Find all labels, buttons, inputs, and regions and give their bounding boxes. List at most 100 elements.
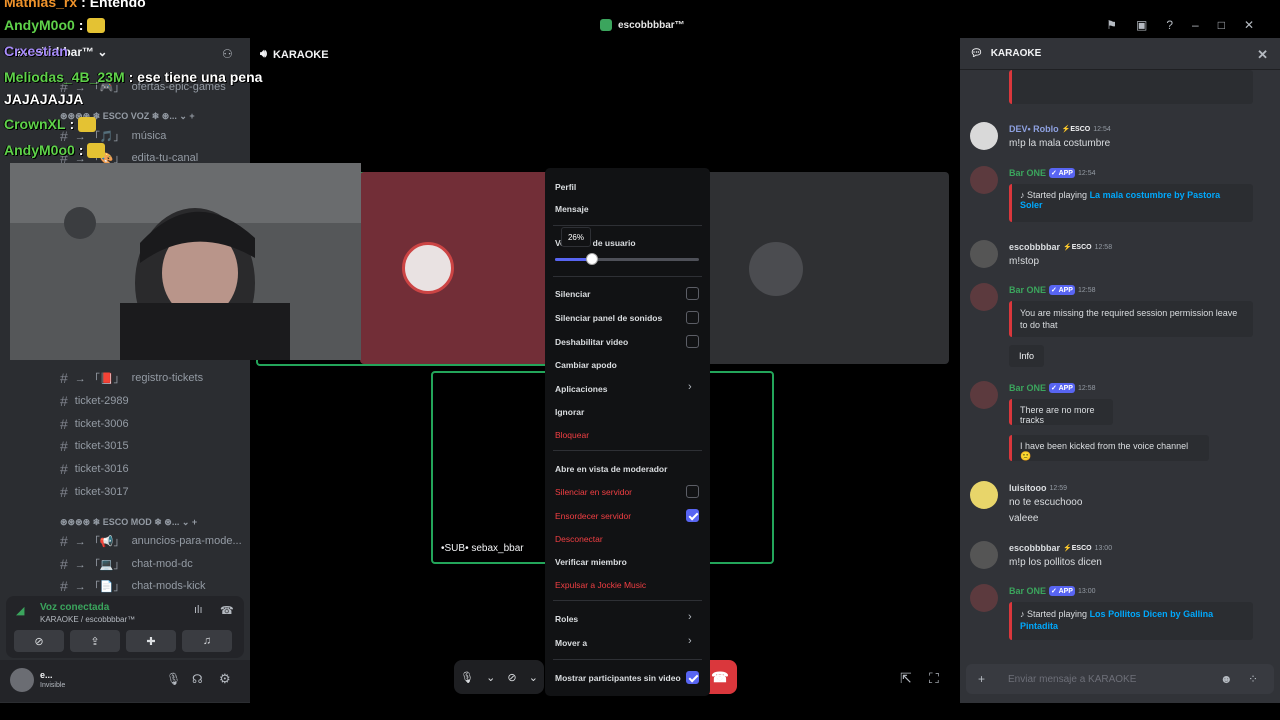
menu-divider	[553, 276, 702, 277]
chat-user: CrownXL	[4, 116, 66, 132]
message-author[interactable]: escobbbbar	[1009, 242, 1060, 252]
menu-cambiar-apodo[interactable]: Cambiar apodo	[555, 360, 617, 370]
plus-icon[interactable]: +	[978, 672, 985, 686]
microphone-icon[interactable]: 🎙︎	[166, 672, 181, 686]
channel-ticket[interactable]: # ticket-2989	[60, 392, 129, 410]
camera-off-icon[interactable]: ⊘	[507, 671, 516, 684]
silenciar-panel-checkbox[interactable]	[686, 311, 699, 324]
menu-mensaje[interactable]: Mensaje	[555, 204, 589, 214]
embed-partial	[1009, 70, 1253, 104]
noise-suppression-icon[interactable]: ılı	[194, 604, 203, 616]
avatar[interactable]	[970, 240, 998, 268]
screen-share-button[interactable]: ⇪	[70, 630, 120, 652]
message-text: m!stop	[1009, 256, 1040, 267]
popout-icon[interactable]: ⇱	[900, 670, 912, 687]
voice-status[interactable]: Voz conectada	[40, 602, 109, 613]
silenciar-checkbox[interactable]	[686, 287, 699, 300]
hash-icon: #	[60, 578, 68, 594]
menu-mostrar[interactable]: Mostrar participantes sin video	[555, 673, 681, 683]
headphones-icon[interactable]: ☊	[192, 672, 203, 686]
channel-chat-mods-kick[interactable]: # → 「📄」 chat-mods-kick	[60, 577, 206, 595]
message-text: valeee	[1009, 513, 1039, 524]
avatar[interactable]	[970, 166, 998, 194]
message-author[interactable]: Bar ONE	[1009, 383, 1046, 393]
camera-off-button[interactable]: ⊘	[14, 630, 64, 652]
menu-roles[interactable]: Roles	[555, 614, 578, 624]
close-window-icon[interactable]: ✕	[1244, 18, 1254, 32]
settings-gear-icon[interactable]: ⚙	[219, 671, 231, 687]
message-author[interactable]: Bar ONE	[1009, 586, 1046, 596]
soundboard-button[interactable]: ♫	[182, 630, 232, 652]
menu-divider	[553, 450, 702, 451]
channel-ticket[interactable]: # ticket-3006	[60, 415, 129, 433]
fullscreen-icon[interactable]: ⛶	[929, 670, 939, 687]
activities-button[interactable]: ✚	[126, 630, 176, 652]
message-author[interactable]: Bar ONE	[1009, 285, 1046, 295]
menu-moderador[interactable]: Abre en vista de moderador	[555, 464, 667, 474]
help-icon[interactable]: ?	[1166, 18, 1173, 32]
menu-bloquear[interactable]: Bloquear	[555, 430, 589, 440]
ensordecer-checkbox[interactable]	[686, 509, 699, 522]
participant-tile[interactable]	[705, 172, 949, 364]
message-input-placeholder: Enviar mensaje a KARAOKE	[1008, 674, 1137, 685]
minimize-icon[interactable]: –	[1192, 18, 1199, 32]
avatar[interactable]	[970, 541, 998, 569]
chevron-down-icon[interactable]: ⌄	[486, 671, 495, 684]
emote-icon	[87, 17, 106, 33]
message-embed: I have been kicked from the voice channe…	[1009, 435, 1209, 461]
menu-silenciar-servidor[interactable]: Silenciar en servidor	[555, 487, 632, 497]
avatar[interactable]	[970, 584, 998, 612]
channel-ticket[interactable]: # ticket-3017	[60, 483, 129, 501]
avatar[interactable]	[970, 283, 998, 311]
message-input[interactable]: + Enviar mensaje a KARAOKE ☻ ⁘	[966, 664, 1274, 694]
menu-ensordecer[interactable]: Ensordecer servidor	[555, 511, 631, 521]
message-author[interactable]: escobbbbar	[1009, 543, 1060, 553]
message-author[interactable]: luisitooo	[1009, 483, 1047, 493]
emoji-icon[interactable]: ☻	[1220, 672, 1233, 686]
channel-ticket[interactable]: # ticket-3016	[60, 460, 129, 478]
menu-silenciar-panel[interactable]: Silenciar panel de sonidos	[555, 313, 662, 323]
channel-ticket[interactable]: # ticket-3015	[60, 437, 129, 455]
menu-mover[interactable]: Mover a	[555, 638, 587, 648]
disconnect-icon[interactable]: ☎	[220, 604, 234, 617]
channel-anuncios[interactable]: # → 「📢」 anuncios-para-mode...	[60, 532, 242, 550]
message-author[interactable]: DEV• Roblo	[1009, 124, 1059, 134]
menu-verificar[interactable]: Verificar miembro	[555, 557, 627, 567]
close-icon[interactable]: ✕	[1257, 47, 1268, 63]
volume-slider[interactable]	[555, 253, 699, 265]
chat-user: AndyM0o0	[4, 17, 75, 33]
app-badge: ✓ APP	[1049, 383, 1075, 393]
category-mod[interactable]: ⊛⊛⊛⊛ ❄ ESCO MOD ❄ ⊛... ⌄ +	[60, 517, 197, 528]
inbox-flag-icon[interactable]: ⚑	[1106, 18, 1117, 32]
menu-deshabilitar-video[interactable]: Deshabilitar video	[555, 337, 628, 347]
username[interactable]: e...	[40, 670, 53, 680]
menu-desconectar[interactable]: Desconectar	[555, 534, 603, 544]
avatar[interactable]	[970, 122, 998, 150]
menu-perfil[interactable]: Perfil	[555, 182, 576, 192]
menu-aplicaciones[interactable]: Aplicaciones	[555, 384, 607, 394]
maximize-icon[interactable]: □	[1218, 18, 1225, 32]
avatar[interactable]	[970, 381, 998, 409]
microphone-icon[interactable]: 🎙︎	[460, 671, 474, 684]
participant-name: •SUB• sebax_bbar	[441, 543, 524, 554]
avatar[interactable]	[10, 668, 34, 692]
message-embed: ♪ Started playing La mala costumbre by P…	[1009, 184, 1253, 222]
apps-icon[interactable]: ⁘	[1248, 672, 1258, 686]
menu-expulsar[interactable]: Expulsar a Jockie Music	[555, 580, 646, 590]
silenciar-servidor-checkbox[interactable]	[686, 485, 699, 498]
message-embed: There are no more tracks	[1009, 399, 1113, 425]
chevron-down-icon[interactable]: ⌄	[529, 671, 538, 684]
channel-chat-mod-dc[interactable]: # → 「💻」 chat-mod-dc	[60, 555, 193, 573]
avatar[interactable]	[970, 481, 998, 509]
voice-location[interactable]: KARAOKE / escobbbbar™	[40, 615, 135, 624]
inbox-icon[interactable]: ▣	[1136, 18, 1147, 32]
message-author[interactable]: Bar ONE	[1009, 168, 1046, 178]
deshabilitar-video-checkbox[interactable]	[686, 335, 699, 348]
channel-registro[interactable]: # → 「📕」 registro-tickets	[60, 369, 203, 387]
mostrar-checkbox[interactable]	[686, 671, 699, 684]
menu-ignorar[interactable]: Ignorar	[555, 407, 584, 417]
info-button[interactable]: Info	[1009, 345, 1045, 367]
participant-tile[interactable]	[360, 172, 550, 364]
volume-slider-handle[interactable]	[586, 253, 599, 265]
menu-silenciar[interactable]: Silenciar	[555, 289, 590, 299]
